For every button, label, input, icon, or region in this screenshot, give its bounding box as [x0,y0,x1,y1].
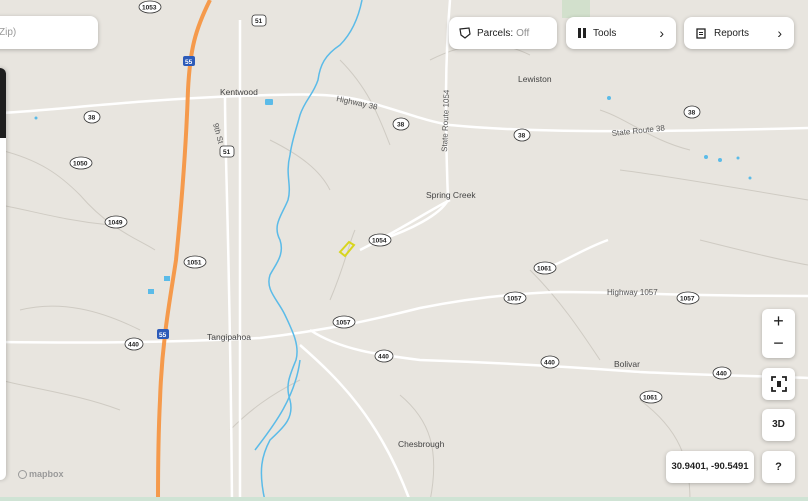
zoom-in-button[interactable]: + [762,309,795,334]
mapbox-logo[interactable]: mapbox [18,469,64,479]
bottom-edge-strip [0,497,808,501]
zoom-out-button[interactable]: − [762,334,795,356]
tools-icon [577,27,587,39]
shield-1049: 1049 [104,215,128,229]
search-placeholder: Zip) [0,27,17,38]
town-label-tangipahoa: Tangipahoa [207,332,251,342]
parcels-label: Parcels: [477,27,514,39]
shield-440-c: 440 [540,355,560,369]
shield-1061-b: 1061 [639,390,663,404]
svg-text:1061: 1061 [537,266,552,273]
shield-us51-top: 51 [251,14,267,27]
parcel-shape-icon [459,27,471,39]
reports-label: Reports [714,27,750,39]
coordinates-readout[interactable]: 30.9401, -90.5491 [666,451,754,483]
parcels-state: Off [516,27,530,39]
shield-1051: 1051 [183,255,207,269]
shield-440-d: 440 [712,366,732,380]
town-label-spring-creek: Spring Creek [426,190,476,200]
shield-1061-a: 1061 [533,261,557,275]
fit-bounds-button[interactable] [762,368,795,400]
town-label-chesbrough: Chesbrough [398,439,445,449]
shield-440-a: 440 [124,337,144,351]
shield-38-b: 38 [392,117,410,131]
sidebar-panel[interactable] [0,68,6,480]
svg-text:1051: 1051 [187,260,202,267]
parcels-toggle-button[interactable]: Parcels: Off [449,17,557,49]
svg-text:440: 440 [716,371,727,378]
shield-1053: 1053 [138,0,162,14]
help-button[interactable]: ? [762,451,795,483]
svg-text:38: 38 [88,115,96,122]
reports-icon [696,27,706,39]
svg-text:440: 440 [544,360,555,367]
tools-label: Tools [593,27,617,39]
shield-38-a: 38 [83,110,101,124]
svg-text:55: 55 [185,59,193,66]
road-label-highway-1057: Highway 1057 [607,288,658,297]
shield-440-b: 440 [374,349,394,363]
toggle-3d-button[interactable]: 3D [762,409,795,441]
shield-i55-bottom: 55 [157,329,169,339]
shield-1054: 1054 [368,233,392,247]
svg-text:51: 51 [223,149,231,156]
svg-text:1053: 1053 [142,5,157,12]
map-canvas[interactable]: Kentwood Lewiston Spring Creek Tangipaho… [0,0,808,501]
town-label-kentwood: Kentwood [220,87,258,97]
svg-text:1061: 1061 [643,395,658,402]
svg-text:38: 38 [397,122,405,129]
chevron-right-icon: › [777,25,782,41]
svg-text:55: 55 [159,332,167,339]
svg-text:38: 38 [688,110,696,117]
shield-1057-a: 1057 [503,291,527,305]
town-label-bolivar: Bolivar [614,359,640,369]
shield-38-c: 38 [513,128,531,142]
svg-text:440: 440 [128,342,139,349]
mapbox-logo-text: mapbox [29,469,64,479]
shield-38-d: 38 [683,105,701,119]
reports-button[interactable]: Reports › [684,17,794,49]
town-label-lewiston: Lewiston [518,74,552,84]
tools-button[interactable]: Tools › [566,17,676,49]
svg-text:1054: 1054 [372,238,387,245]
mapbox-logo-icon [18,469,27,479]
sidebar-header [0,68,6,138]
svg-text:1057: 1057 [680,296,695,303]
chevron-right-icon: › [659,25,664,41]
shield-1050: 1050 [69,156,93,170]
zoom-controls: + − [762,309,795,358]
shield-us51-mid: 51 [219,145,235,158]
shield-i55-top: 55 [183,56,195,66]
focus-frame-icon [770,376,787,392]
svg-text:1057: 1057 [336,320,351,327]
svg-text:51: 51 [255,18,263,25]
svg-text:440: 440 [378,354,389,361]
svg-text:38: 38 [518,133,526,140]
svg-text:1057: 1057 [507,296,522,303]
shield-1057-c: 1057 [332,315,356,329]
svg-text:1050: 1050 [73,161,88,168]
search-field[interactable]: Zip) [0,16,98,49]
shield-1057-b: 1057 [676,291,700,305]
svg-text:1049: 1049 [108,220,123,227]
